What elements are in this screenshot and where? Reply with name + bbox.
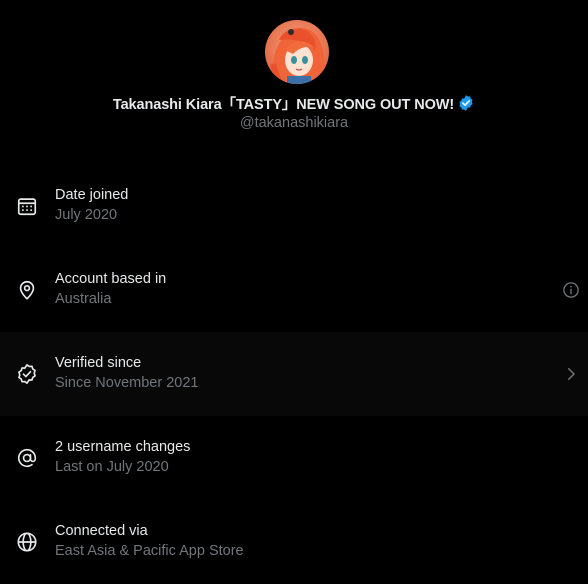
account-info-list: Date joined July 2020 Account based in A…: [0, 164, 588, 584]
username-changes-text: 2 username changes Last on July 2020: [55, 438, 190, 476]
globe-icon: [16, 531, 38, 553]
row-subtitle: Since November 2021: [55, 375, 199, 391]
row-title: Date joined: [55, 187, 129, 203]
connected-via-text: Connected via East Asia & Pacific App St…: [55, 522, 244, 560]
connected-via-row: Connected via East Asia & Pacific App St…: [0, 500, 588, 584]
account-based-in-row: Account based in Australia: [0, 248, 588, 332]
verified-badge-icon: [457, 94, 475, 112]
verified-check-icon: [16, 363, 38, 385]
location-pin-icon: [16, 279, 38, 301]
date-joined-text: Date joined July 2020: [55, 186, 128, 224]
username-changes-row: 2 username changes Last on July 2020: [0, 416, 588, 500]
chevron-right-icon[interactable]: [562, 365, 580, 383]
row-title: Account based in: [55, 271, 167, 287]
calendar-icon: [16, 195, 38, 217]
profile-header: Takanashi Kiara「TASTY」NEW SONG OUT NOW! …: [0, 0, 588, 140]
row-title: 2 username changes: [55, 439, 191, 455]
account-based-in-text: Account based in Australia: [55, 270, 166, 308]
username-handle: @takanashikiara: [239, 115, 349, 131]
at-sign-icon: [16, 447, 38, 469]
row-subtitle: East Asia & Pacific App Store: [55, 543, 244, 559]
row-subtitle: July 2020: [55, 207, 118, 223]
avatar-illustration: [265, 20, 329, 84]
display-name: Takanashi Kiara「TASTY」NEW SONG OUT NOW!: [112, 96, 455, 113]
display-name-row: Takanashi Kiara「TASTY」NEW SONG OUT NOW!: [0, 93, 588, 113]
row-title: Connected via: [55, 523, 148, 539]
verified-since-row[interactable]: Verified since Since November 2021: [0, 332, 588, 416]
info-icon[interactable]: [562, 281, 580, 299]
avatar[interactable]: [265, 20, 329, 84]
row-subtitle: Australia: [55, 291, 112, 307]
date-joined-row: Date joined July 2020: [0, 164, 588, 248]
row-subtitle: Last on July 2020: [55, 459, 169, 475]
verified-since-text: Verified since Since November 2021: [55, 354, 198, 392]
row-title: Verified since: [55, 355, 142, 371]
